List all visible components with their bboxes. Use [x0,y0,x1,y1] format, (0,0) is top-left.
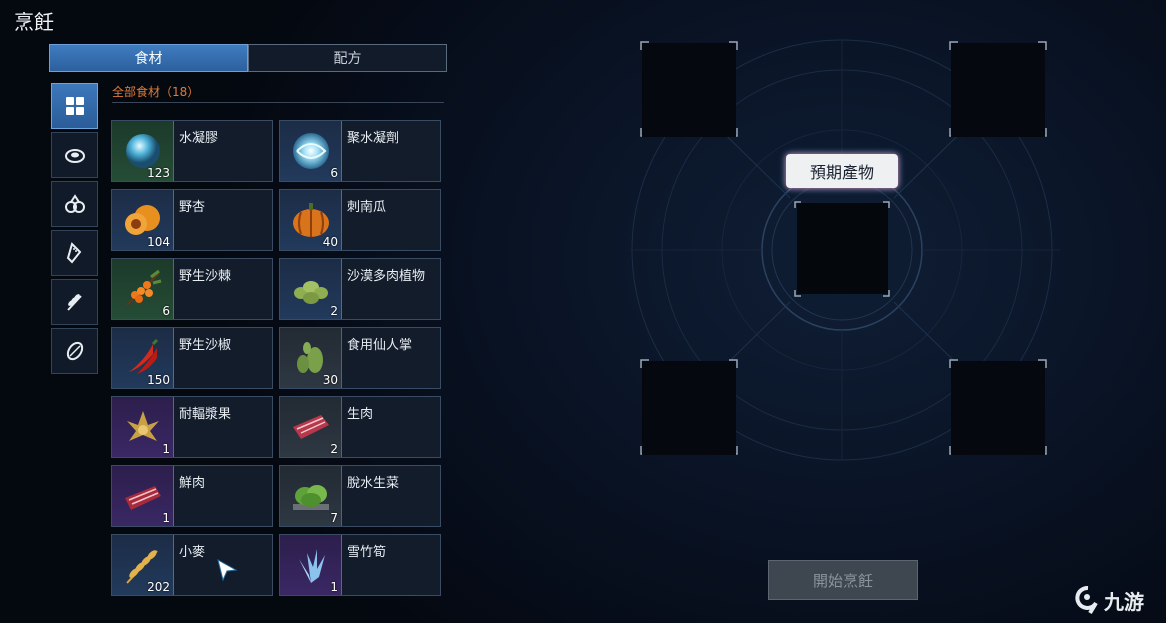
ingredient-card[interactable]: 104 野杏 [111,189,273,251]
start-cooking-button[interactable]: 開始烹飪 [768,560,918,600]
item-count: 40 [322,235,338,249]
meat-icon [64,149,85,163]
item-count: 123 [147,166,170,180]
salt-shaker-icon [66,242,81,264]
snow-bamboo-icon [298,549,325,583]
category-sidebar [51,83,99,377]
item-count: 7 [330,511,338,525]
card-icon-frame: 6 [112,259,174,319]
item-name: 脫水生菜 [347,476,400,491]
ingredient-card[interactable]: 123 水凝膠 [111,120,273,182]
item-name: 野杏 [179,200,206,215]
card-icon-frame: 123 [112,121,174,181]
wheat-icon [66,294,82,311]
card-icon-frame: 30 [280,328,342,388]
item-name: 小麥 [179,545,206,560]
ingredient-card[interactable]: 6 野生沙棘 [111,258,273,320]
ingredient-card[interactable]: 7 脫水生菜 [279,465,441,527]
succulent-icon [293,281,328,304]
seed-icon [66,341,83,361]
item-count: 1 [162,511,170,525]
ingredient-card[interactable]: 1 耐輻漿果 [111,396,273,458]
sidebar-item-grain[interactable] [51,279,98,325]
item-count: 2 [330,442,338,456]
item-name: 沙漠多肉植物 [347,269,426,284]
fruit-icon [64,194,85,213]
nine-game-logo-icon [1075,586,1098,615]
item-count: 6 [162,304,170,318]
item-name: 野生沙椒 [179,338,232,353]
sidebar-item-fruit[interactable] [51,181,98,227]
item-name: 生肉 [347,407,374,422]
water-swirl-icon [292,133,329,169]
sidebar-item-seasoning[interactable] [51,230,98,276]
tab-bar: 食材 配方 [49,44,447,72]
raw-meat-icon [292,415,329,439]
ingredient-grid: 123 水凝膠 6 聚水凝劑 104 野杏 40 刺南瓜 6 野生沙棘 2 沙漠… [111,120,443,596]
watermark-logo: 九游 [1074,582,1162,618]
item-name: 耐輻漿果 [179,407,232,422]
item-count: 6 [330,166,338,180]
card-icon-frame: 2 [280,397,342,457]
lettuce-icon [292,485,329,510]
item-count: 104 [147,235,170,249]
ingredient-card[interactable]: 202 小麥 [111,534,273,596]
card-icon-frame: 7 [280,466,342,526]
watermark-text: 九游 [1104,589,1144,614]
card-icon-frame: 6 [280,121,342,181]
item-name: 水凝膠 [179,131,219,146]
item-count: 2 [330,304,338,318]
ingredient-card[interactable]: 1 鮮肉 [111,465,273,527]
sea-buckthorn-icon [125,269,161,306]
ingredient-slot-4[interactable] [951,361,1045,455]
item-name: 食用仙人掌 [347,338,413,353]
ingredient-slot-2[interactable] [951,43,1045,137]
item-name: 野生沙棘 [179,269,232,284]
item-count: 1 [330,580,338,594]
ingredient-card[interactable]: 30 食用仙人掌 [279,327,441,389]
expected-output-slot [797,203,888,294]
category-divider [112,102,444,103]
ingredient-card[interactable]: 2 沙漠多肉植物 [279,258,441,320]
category-title: 全部食材（18） [112,85,200,99]
sidebar-item-meat[interactable] [51,132,98,178]
item-name: 鮮肉 [179,476,206,491]
ingredient-slot-3[interactable] [642,361,736,455]
item-count: 150 [147,373,170,387]
sidebar-item-all[interactable] [51,83,98,129]
ingredient-card[interactable]: 6 聚水凝劑 [279,120,441,182]
tab-ingredients[interactable]: 食材 [49,44,248,72]
card-icon-frame: 1 [112,466,174,526]
radiant-berry-icon [126,411,159,441]
item-name: 刺南瓜 [347,200,387,215]
ingredient-slot-1[interactable] [642,43,736,137]
grid-icon [65,97,84,115]
fresh-meat-icon [124,486,161,510]
card-icon-frame: 1 [280,535,342,595]
expected-output-label: 預期產物 [786,154,898,188]
item-name: 聚水凝劑 [347,131,400,146]
tab-recipes[interactable]: 配方 [248,44,447,72]
card-icon-frame: 202 [112,535,174,595]
card-icon-frame: 150 [112,328,174,388]
card-icon-frame: 1 [112,397,174,457]
card-icon-frame: 104 [112,190,174,250]
item-count: 1 [162,442,170,456]
ingredient-card[interactable]: 1 雪竹筍 [279,534,441,596]
window-title: 烹飪 [14,10,54,34]
item-count: 30 [322,373,338,387]
ingredient-card[interactable]: 2 生肉 [279,396,441,458]
sidebar-item-seed[interactable] [51,328,98,374]
item-name: 雪竹筍 [347,545,387,560]
item-count: 202 [147,580,170,594]
card-icon-frame: 2 [280,259,342,319]
mouse-cursor-icon [217,559,238,582]
card-icon-frame: 40 [280,190,342,250]
ingredient-card[interactable]: 150 野生沙椒 [111,327,273,389]
ingredient-card[interactable]: 40 刺南瓜 [279,189,441,251]
